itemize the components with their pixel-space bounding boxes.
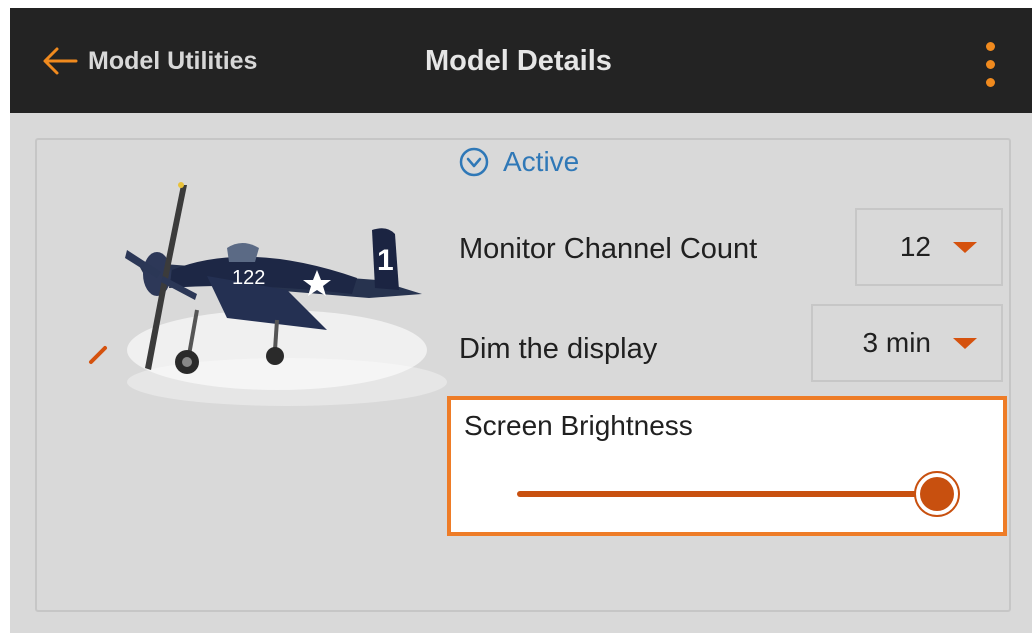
back-label: Model Utilities bbox=[88, 46, 258, 75]
monitor-channel-count-label: Monitor Channel Count bbox=[459, 233, 758, 265]
caret-down-icon bbox=[953, 337, 977, 349]
slider-track bbox=[517, 491, 937, 497]
airplane-image: 122 1 bbox=[89, 182, 447, 406]
app-frame: Model Utilities Model Details 122 1 Acti… bbox=[10, 8, 1032, 633]
active-label: Active bbox=[503, 146, 580, 177]
slider-thumb[interactable] bbox=[914, 471, 960, 517]
svg-text:122: 122 bbox=[232, 267, 265, 289]
more-vertical-icon[interactable] bbox=[974, 38, 1008, 94]
dim-display-label: Dim the display bbox=[459, 333, 658, 365]
chevron-down-circle-icon bbox=[459, 147, 489, 177]
arrow-left-icon bbox=[43, 47, 78, 75]
monitor-channel-count-dropdown[interactable]: 12 bbox=[855, 208, 1003, 286]
svg-text:1: 1 bbox=[377, 244, 394, 277]
top-bar: Model Utilities Model Details bbox=[10, 8, 1032, 113]
dim-display-dropdown[interactable]: 3 min bbox=[811, 304, 1003, 382]
caret-down-icon bbox=[953, 241, 977, 253]
back-button[interactable]: Model Utilities bbox=[42, 36, 257, 86]
model-details-panel: 122 1 Active Monitor Channel Count 12 Di… bbox=[35, 138, 1011, 612]
dim-display-value: 3 min bbox=[862, 327, 931, 358]
screen-brightness-slider[interactable] bbox=[517, 464, 1007, 524]
screen-brightness-box: Screen Brightness bbox=[447, 396, 1007, 536]
monitor-channel-count-value: 12 bbox=[899, 231, 931, 262]
screen-brightness-label: Screen Brightness bbox=[464, 410, 693, 441]
page-title: Model Details bbox=[425, 44, 612, 77]
active-toggle[interactable]: Active bbox=[459, 142, 579, 182]
